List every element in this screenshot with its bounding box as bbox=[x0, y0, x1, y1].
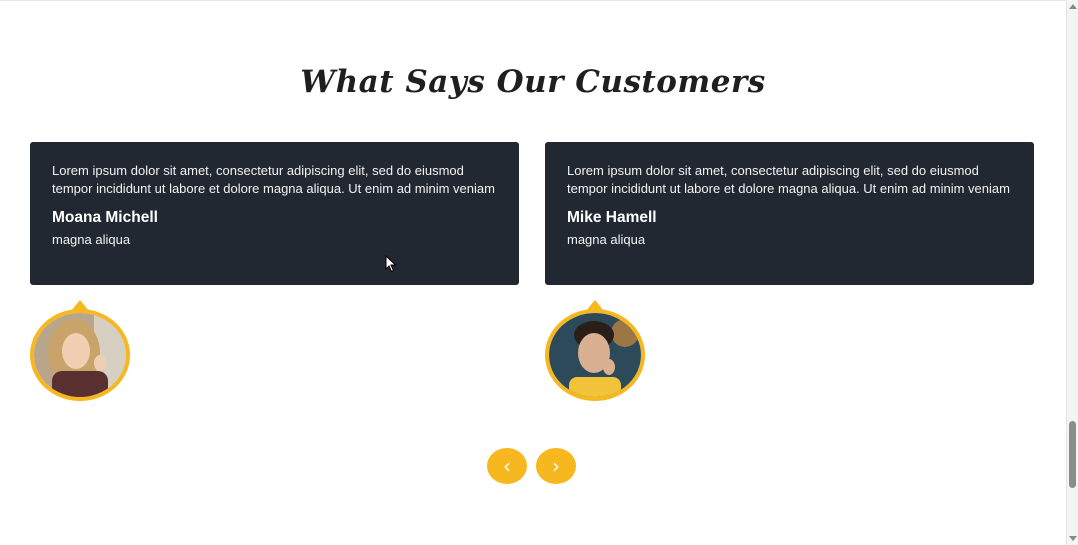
mouse-pointer-icon bbox=[385, 255, 397, 273]
chevron-left-icon: ‹ bbox=[503, 454, 511, 478]
section-title: What Says Our Customers bbox=[300, 64, 766, 100]
testimonial-avatar-wrap bbox=[545, 300, 645, 401]
avatar bbox=[545, 309, 645, 401]
testimonial-quote: Lorem ipsum dolor sit amet, consectetur … bbox=[567, 163, 1010, 196]
scrollbar-thumb[interactable] bbox=[1069, 421, 1076, 488]
testimonial-name: Mike Hamell bbox=[567, 209, 657, 226]
testimonial-quote: Lorem ipsum dolor sit amet, consectetur … bbox=[52, 163, 495, 196]
testimonial-avatar-wrap bbox=[30, 300, 130, 401]
prev-button[interactable]: ‹ bbox=[487, 448, 527, 484]
avatar bbox=[30, 309, 130, 401]
testimonial-role: magna aliqua bbox=[52, 232, 131, 247]
testimonial-role: magna aliqua bbox=[567, 232, 646, 247]
scroll-down-icon[interactable] bbox=[1069, 536, 1077, 541]
next-button[interactable]: › bbox=[536, 448, 576, 484]
testimonial-card: Lorem ipsum dolor sit amet, consectetur … bbox=[30, 142, 519, 285]
testimonial-card: Lorem ipsum dolor sit amet, consectetur … bbox=[545, 142, 1034, 285]
testimonial-name: Moana Michell bbox=[52, 209, 158, 226]
top-divider bbox=[0, 0, 1066, 1]
page-scrollbar[interactable] bbox=[1066, 0, 1078, 545]
scroll-up-icon[interactable] bbox=[1069, 4, 1077, 9]
chevron-right-icon: › bbox=[552, 454, 560, 478]
